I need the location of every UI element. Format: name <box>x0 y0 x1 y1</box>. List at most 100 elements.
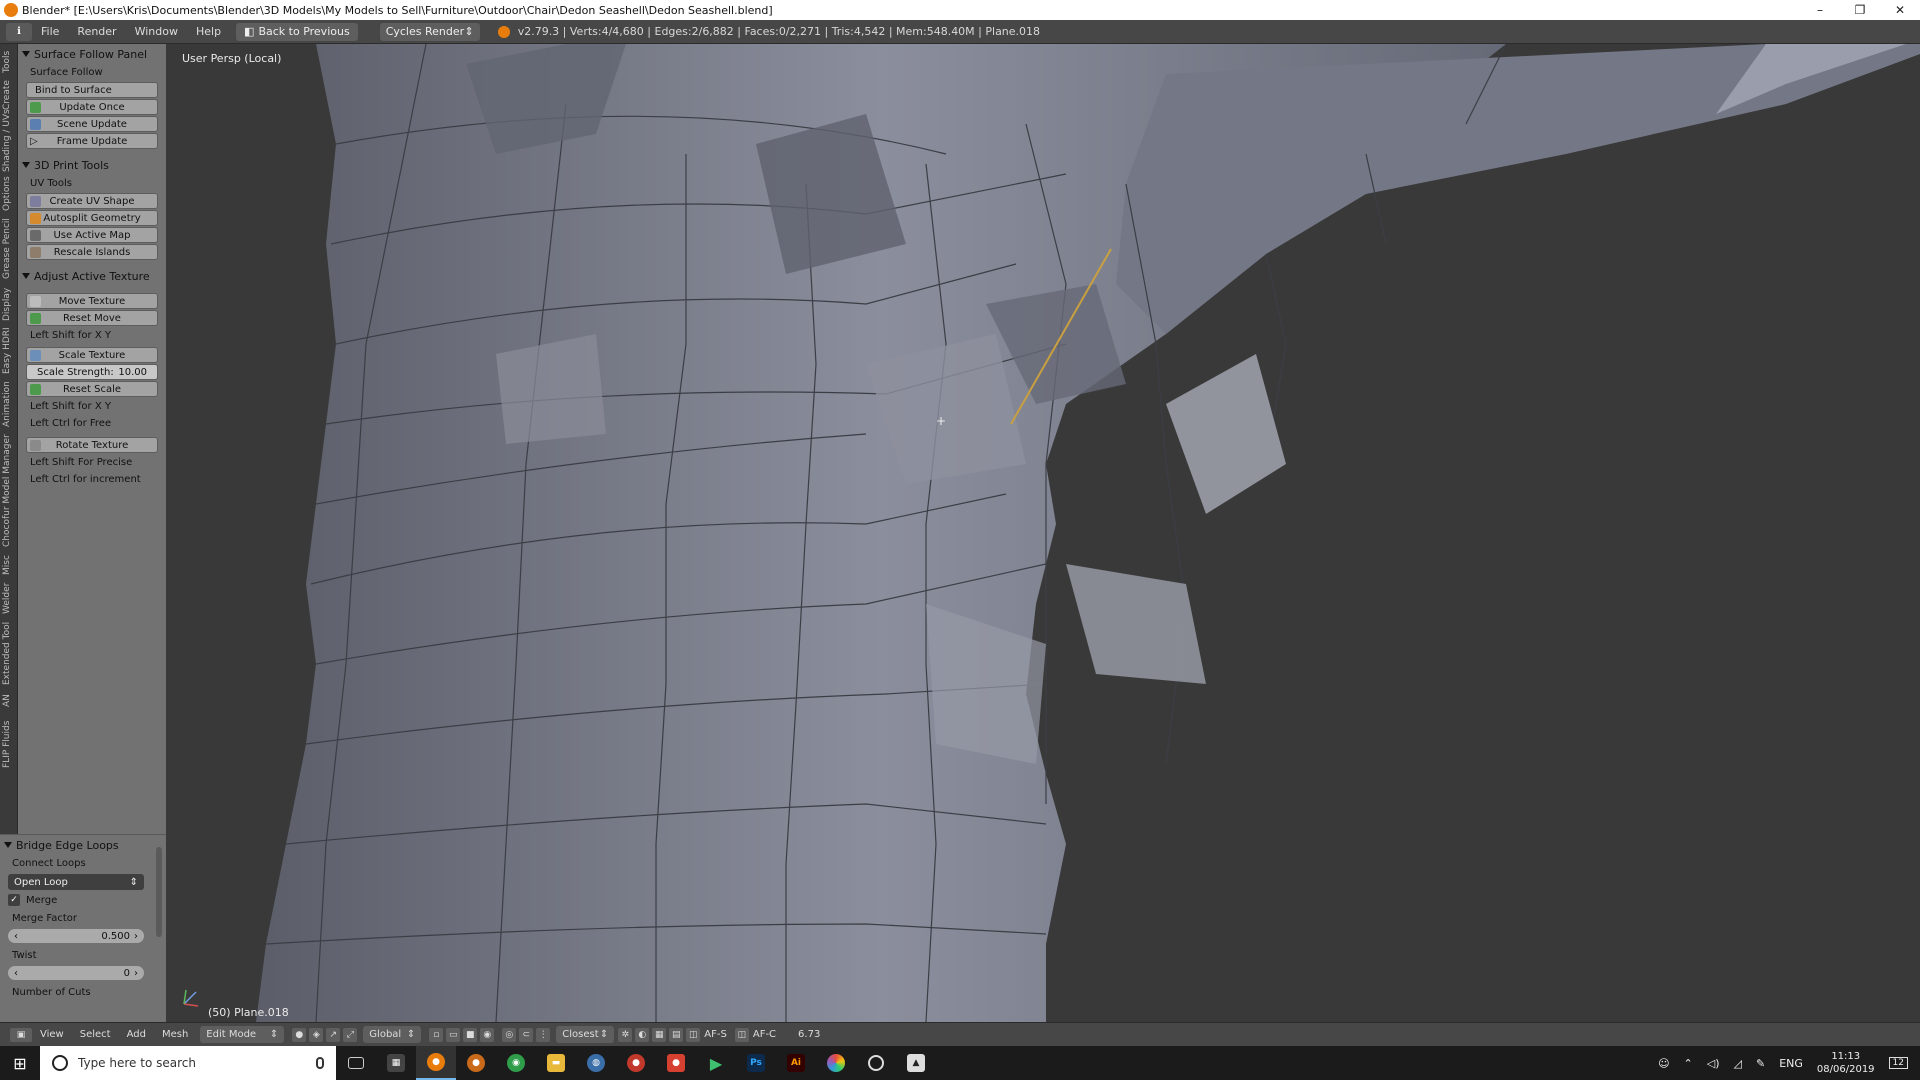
update-once-button[interactable]: Update Once <box>26 99 158 115</box>
windows-start-icon[interactable]: ⊞ <box>0 1046 40 1080</box>
blender-taskbar-icon[interactable]: ● <box>416 1046 456 1080</box>
people-icon[interactable]: ☺ <box>1658 1057 1669 1070</box>
language-indicator[interactable]: ENG <box>1779 1057 1803 1070</box>
snap-align-icon[interactable]: ✲ <box>618 1027 633 1042</box>
menu-mesh[interactable]: Mesh <box>154 1029 196 1040</box>
tab-display[interactable]: Display <box>2 284 16 324</box>
menu-help[interactable]: Help <box>187 25 230 38</box>
photoshop-icon[interactable]: Ps <box>736 1046 776 1080</box>
connect-loops-select[interactable]: Open Loop ⇕ <box>8 874 144 890</box>
afs-label[interactable]: AF-S <box>704 1029 727 1040</box>
3d-print-tools-header[interactable]: 3D Print Tools <box>18 155 166 175</box>
afc-camera-icon[interactable]: ◫ <box>734 1027 749 1042</box>
autosplit-geometry-button[interactable]: Autosplit Geometry <box>26 210 158 226</box>
tab-tools[interactable]: Tools <box>2 48 16 76</box>
tab-an[interactable]: AN <box>2 690 16 712</box>
adjust-active-texture-header[interactable]: Adjust Active Texture <box>18 266 166 286</box>
editor-type-button[interactable]: ℹ <box>6 22 32 41</box>
menu-window[interactable]: Window <box>126 25 187 38</box>
render-preview-icon[interactable]: ▤ <box>669 1027 684 1042</box>
camera-icon[interactable]: ◫ <box>686 1027 701 1042</box>
scale-texture-button[interactable]: Scale Texture <box>26 347 158 363</box>
chrome-icon[interactable]: ◉ <box>496 1046 536 1080</box>
afc-label[interactable]: AF-C <box>753 1029 776 1040</box>
proportional-edit-icon[interactable]: ◎ <box>502 1027 517 1042</box>
minimize-button[interactable]: – <box>1800 0 1840 20</box>
frame-update-button[interactable]: ▷ Frame Update <box>26 133 158 149</box>
rotate-texture-button[interactable]: Rotate Texture <box>26 437 158 453</box>
close-button[interactable]: ✕ <box>1880 0 1920 20</box>
volume-icon[interactable]: ◁) <box>1707 1057 1720 1070</box>
menu-render[interactable]: Render <box>68 25 125 38</box>
tab-create[interactable]: Create <box>2 78 16 112</box>
chevron-up-icon[interactable]: ⌃ <box>1684 1057 1693 1070</box>
transform-orientation-select[interactable]: Global ⇕ <box>363 1026 422 1043</box>
panel-scrollbar[interactable] <box>156 847 162 937</box>
tab-chocofur-model-manager[interactable]: Chocofur Model Manager <box>2 432 16 550</box>
pen-icon[interactable]: ✎ <box>1756 1057 1765 1070</box>
app-globe-icon[interactable]: ◍ <box>576 1046 616 1080</box>
network-icon[interactable]: ◿ <box>1734 1057 1742 1070</box>
editor-type-3d-icon[interactable]: ▣ <box>10 1027 32 1042</box>
restore-button[interactable]: ❐ <box>1840 0 1880 20</box>
red-app-icon[interactable]: ● <box>616 1046 656 1080</box>
tab-welder[interactable]: Welder <box>2 580 16 616</box>
tab-easy-hdri[interactable]: Easy HDRI <box>2 326 16 376</box>
tab-flip-fluids[interactable]: FLIP Fluids <box>2 714 16 774</box>
snap-project-icon[interactable]: ◐ <box>635 1027 650 1042</box>
play-store-icon[interactable]: ▶ <box>696 1046 736 1080</box>
layer-icon[interactable]: ▦ <box>652 1027 667 1042</box>
notification-icon[interactable]: 12 <box>1888 1057 1908 1069</box>
render-engine-select[interactable]: Cycles Render ⇕ <box>379 22 480 41</box>
red-app-2-icon[interactable]: ● <box>656 1046 696 1080</box>
vertex-select-icon[interactable]: ▫ <box>429 1027 444 1042</box>
scale-strength-field[interactable]: Scale Strength: 10.00 <box>26 364 158 380</box>
move-texture-button[interactable]: Move Texture <box>26 293 158 309</box>
translate-icon[interactable]: ⤢ <box>343 1027 358 1042</box>
snap-target-select[interactable]: Closest ⇕ <box>556 1026 615 1043</box>
bridge-edge-loops-header[interactable]: Bridge Edge Loops <box>0 835 152 855</box>
twist-slider[interactable]: ‹ 0 › <box>8 966 144 980</box>
file-explorer-icon[interactable]: ▬ <box>536 1046 576 1080</box>
photos-icon[interactable]: ▲ <box>896 1046 936 1080</box>
snap-magnet-icon[interactable]: ⊂ <box>519 1027 534 1042</box>
merge-checkbox[interactable]: ✓ Merge <box>8 894 144 906</box>
blender-alt-taskbar-icon[interactable]: ● <box>456 1046 496 1080</box>
back-to-previous-button[interactable]: ◧ Back to Previous <box>236 22 358 41</box>
tab-shading-uvs[interactable]: Shading / UVs <box>2 109 16 172</box>
tab-animation[interactable]: Animation <box>2 378 16 430</box>
manipulator-icon[interactable]: ↗ <box>326 1027 341 1042</box>
3d-viewport[interactable]: User Persp (Local) + (50) Plane.018 <box>166 44 1920 1022</box>
menu-file[interactable]: File <box>32 25 68 38</box>
microphone-icon[interactable] <box>316 1057 324 1069</box>
reset-scale-button[interactable]: Reset Scale <box>26 381 158 397</box>
edge-select-icon[interactable]: ▭ <box>446 1027 461 1042</box>
menu-select[interactable]: Select <box>72 1029 119 1040</box>
snap-element-icon[interactable]: ⋮ <box>536 1027 551 1042</box>
tab-misc[interactable]: Misc <box>2 552 16 578</box>
limit-selection-icon[interactable]: ◉ <box>480 1027 495 1042</box>
tab-grease-pencil[interactable]: Grease Pencil <box>2 216 16 282</box>
menu-add[interactable]: Add <box>119 1029 154 1040</box>
system-clock[interactable]: 11:13 08/06/2019 <box>1817 1050 1875 1076</box>
tab-options[interactable]: Options <box>2 174 16 214</box>
surface-follow-panel-header[interactable]: Surface Follow Panel <box>18 44 166 64</box>
calculator-icon[interactable]: ▦ <box>376 1046 416 1080</box>
reset-move-button[interactable]: Reset Move <box>26 310 158 326</box>
steam-icon[interactable] <box>856 1046 896 1080</box>
create-uv-shape-button[interactable]: Create UV Shape <box>26 193 158 209</box>
rescale-islands-button[interactable]: Rescale Islands <box>26 244 158 260</box>
merge-factor-slider[interactable]: ‹ 0.500 › <box>8 929 144 943</box>
menu-view[interactable]: View <box>32 1029 72 1040</box>
taskbar-search-box[interactable]: Type here to search <box>40 1046 336 1080</box>
illustrator-icon[interactable]: Ai <box>776 1046 816 1080</box>
shading-solid-icon[interactable]: ● <box>292 1027 307 1042</box>
task-view-icon[interactable] <box>336 1046 376 1080</box>
color-app-icon[interactable] <box>816 1046 856 1080</box>
face-select-icon[interactable]: ■ <box>463 1027 478 1042</box>
pivot-point-icon[interactable]: ◈ <box>309 1027 324 1042</box>
scene-update-button[interactable]: Scene Update <box>26 116 158 132</box>
tab-extended-tool[interactable]: Extended Tool <box>2 618 16 688</box>
bind-to-surface-button[interactable]: Bind to Surface <box>26 82 158 98</box>
interaction-mode-select[interactable]: Edit Mode ⇕ <box>200 1026 285 1043</box>
